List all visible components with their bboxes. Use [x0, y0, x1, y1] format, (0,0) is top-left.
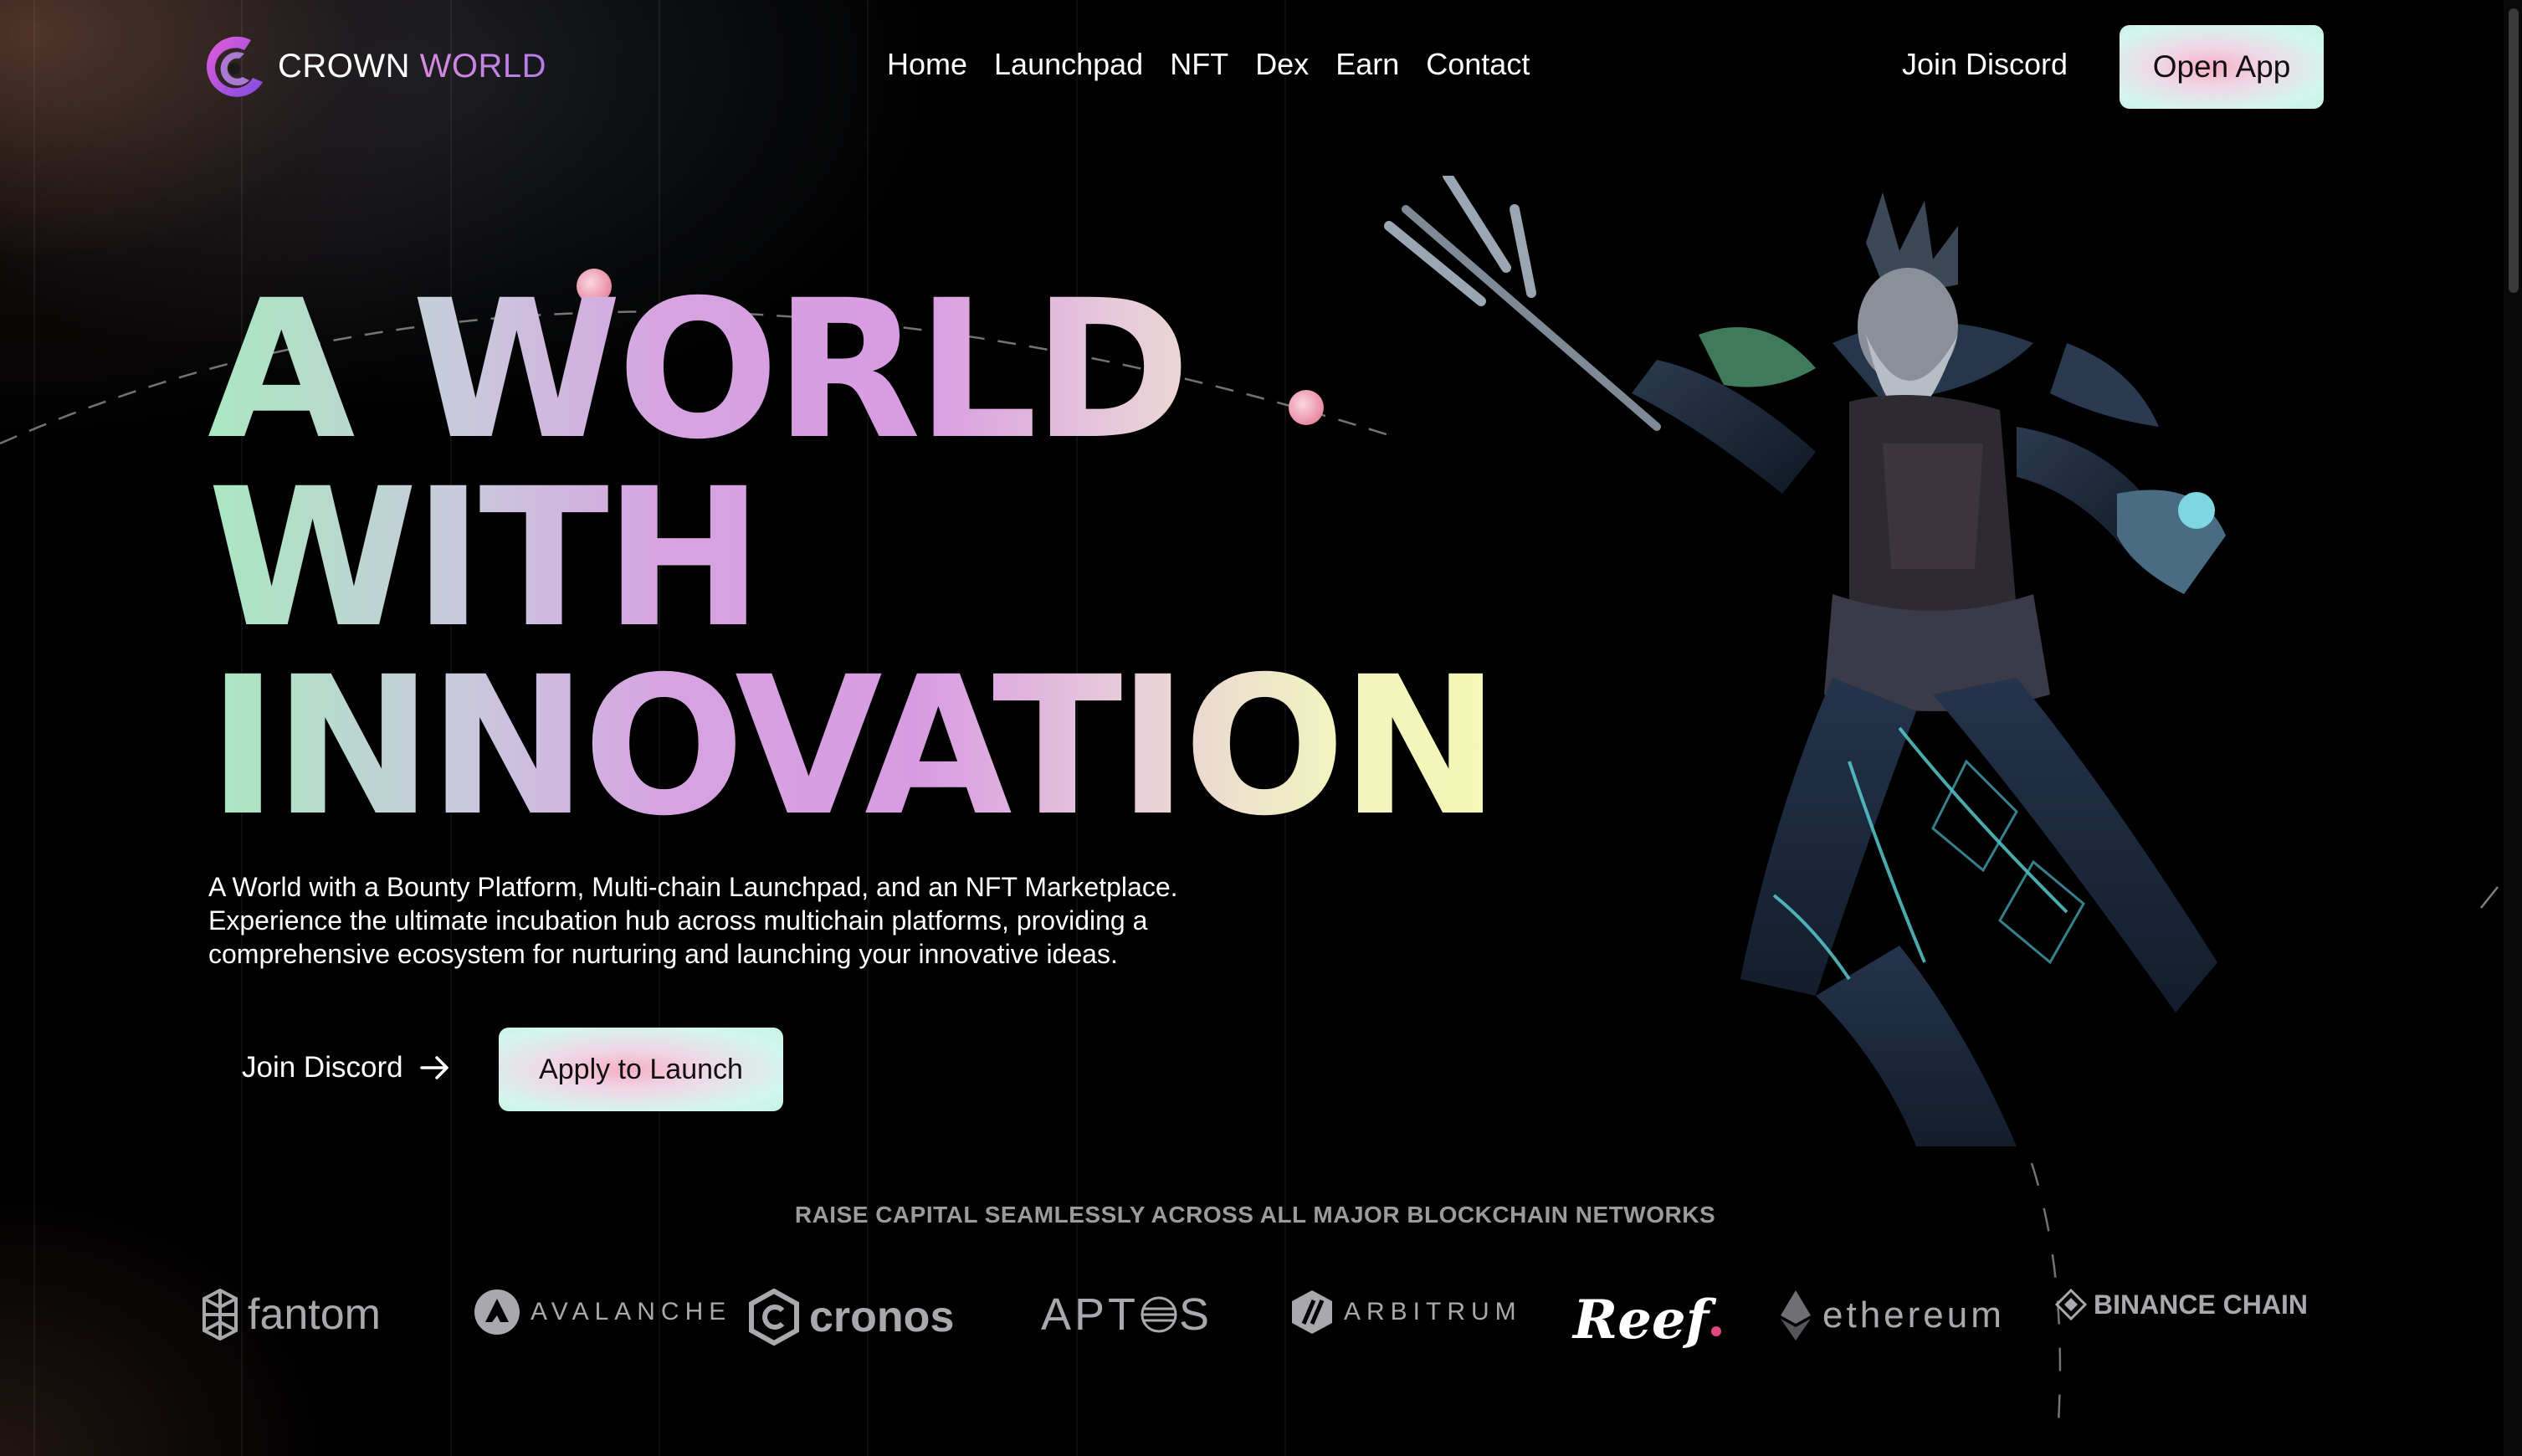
chain-logo-avalanche: AVALANCHE [474, 1289, 731, 1336]
landing-page: CROWN WORLD Home Launchpad NFT Dex Earn … [0, 0, 2522, 1456]
chain-name: fantom [248, 1290, 381, 1339]
chain-name-suffix: S [1179, 1289, 1210, 1340]
scrollbar-thumb[interactable] [2509, 8, 2519, 293]
open-app-button[interactable]: Open App [2120, 25, 2324, 109]
page-scrollbar[interactable] [2504, 0, 2522, 1456]
chain-logo-cronos: cronos [749, 1289, 954, 1346]
chain-logo-fantom: fantom [202, 1289, 381, 1341]
brand-name-part2: WORLD [419, 47, 547, 85]
nav-contact[interactable]: Contact [1426, 47, 1530, 82]
chain-name: Reef [1573, 1289, 1710, 1351]
brand-name: CROWN WORLD [278, 48, 546, 85]
hero-description-line: comprehensive ecosystem for nurturing an… [208, 939, 1118, 969]
ethereum-logo-icon [1781, 1290, 1811, 1341]
hero-title-line: INNOVATION [208, 635, 1495, 858]
aptos-logo-icon [1141, 1296, 1177, 1333]
reef-dot-icon [1711, 1325, 1722, 1336]
chain-name: AVALANCHE [531, 1298, 732, 1325]
nav-home[interactable]: Home [887, 47, 967, 82]
hero-description-line: A World with a Bounty Platform, Multi-ch… [208, 872, 1178, 902]
hero-title-line: A WORLD [208, 259, 1187, 481]
arbitrum-logo-icon [1292, 1290, 1332, 1334]
brand-logo[interactable]: CROWN WORLD [201, 32, 546, 100]
hero-title-line: WITH [208, 447, 759, 669]
apply-to-launch-button[interactable]: Apply to Launch [499, 1028, 783, 1111]
chain-name: APT [1041, 1289, 1140, 1340]
chain-name: ethereum [1822, 1295, 2005, 1336]
header-join-discord-link[interactable]: Join Discord [1902, 47, 2068, 82]
chain-logo-aptos: APT S [1041, 1289, 1209, 1341]
hero-description: A World with a Bounty Platform, Multi-ch… [208, 870, 1296, 971]
chain-logo-arbitrum: ARBITRUM [1290, 1289, 1522, 1336]
hero-title: A WORLD WITH INNOVATION [208, 276, 1495, 841]
nav-launchpad[interactable]: Launchpad [994, 47, 1143, 82]
brand-name-part1: CROWN [278, 47, 411, 85]
chains-heading: RAISE CAPITAL SEAMLESSLY ACROSS ALL MAJO… [794, 1202, 1716, 1228]
cronos-logo-icon [749, 1289, 799, 1346]
warrior-character-illustration [1384, 176, 2226, 1146]
nav-nft[interactable]: NFT [1170, 47, 1228, 82]
nav-dex[interactable]: Dex [1255, 47, 1309, 82]
arrow-right-icon [419, 1056, 449, 1079]
nav-earn[interactable]: Earn [1335, 47, 1399, 82]
chain-name: ARBITRUM [1344, 1298, 1522, 1325]
avalanche-logo-icon [474, 1289, 520, 1335]
chain-logo-ethereum: ethereum [1779, 1289, 2005, 1342]
binance-logo-icon [2055, 1289, 2087, 1320]
chain-logo-binance: BINANCE CHAIN [2055, 1289, 2308, 1320]
fantom-logo-icon [202, 1289, 238, 1341]
crown-world-logo-icon [206, 36, 263, 97]
chain-name: BINANCE CHAIN [2094, 1289, 2308, 1320]
chain-logo-reef: Reef [1573, 1289, 1722, 1351]
hero-description-line: Experience the ultimate incubation hub a… [208, 905, 1148, 936]
main-nav: Home Launchpad NFT Dex Earn Contact [887, 47, 1530, 82]
hero-join-discord-link[interactable]: Join Discord [242, 1051, 450, 1084]
chain-name: cronos [809, 1293, 955, 1341]
hero-join-discord-label: Join Discord [242, 1051, 403, 1084]
